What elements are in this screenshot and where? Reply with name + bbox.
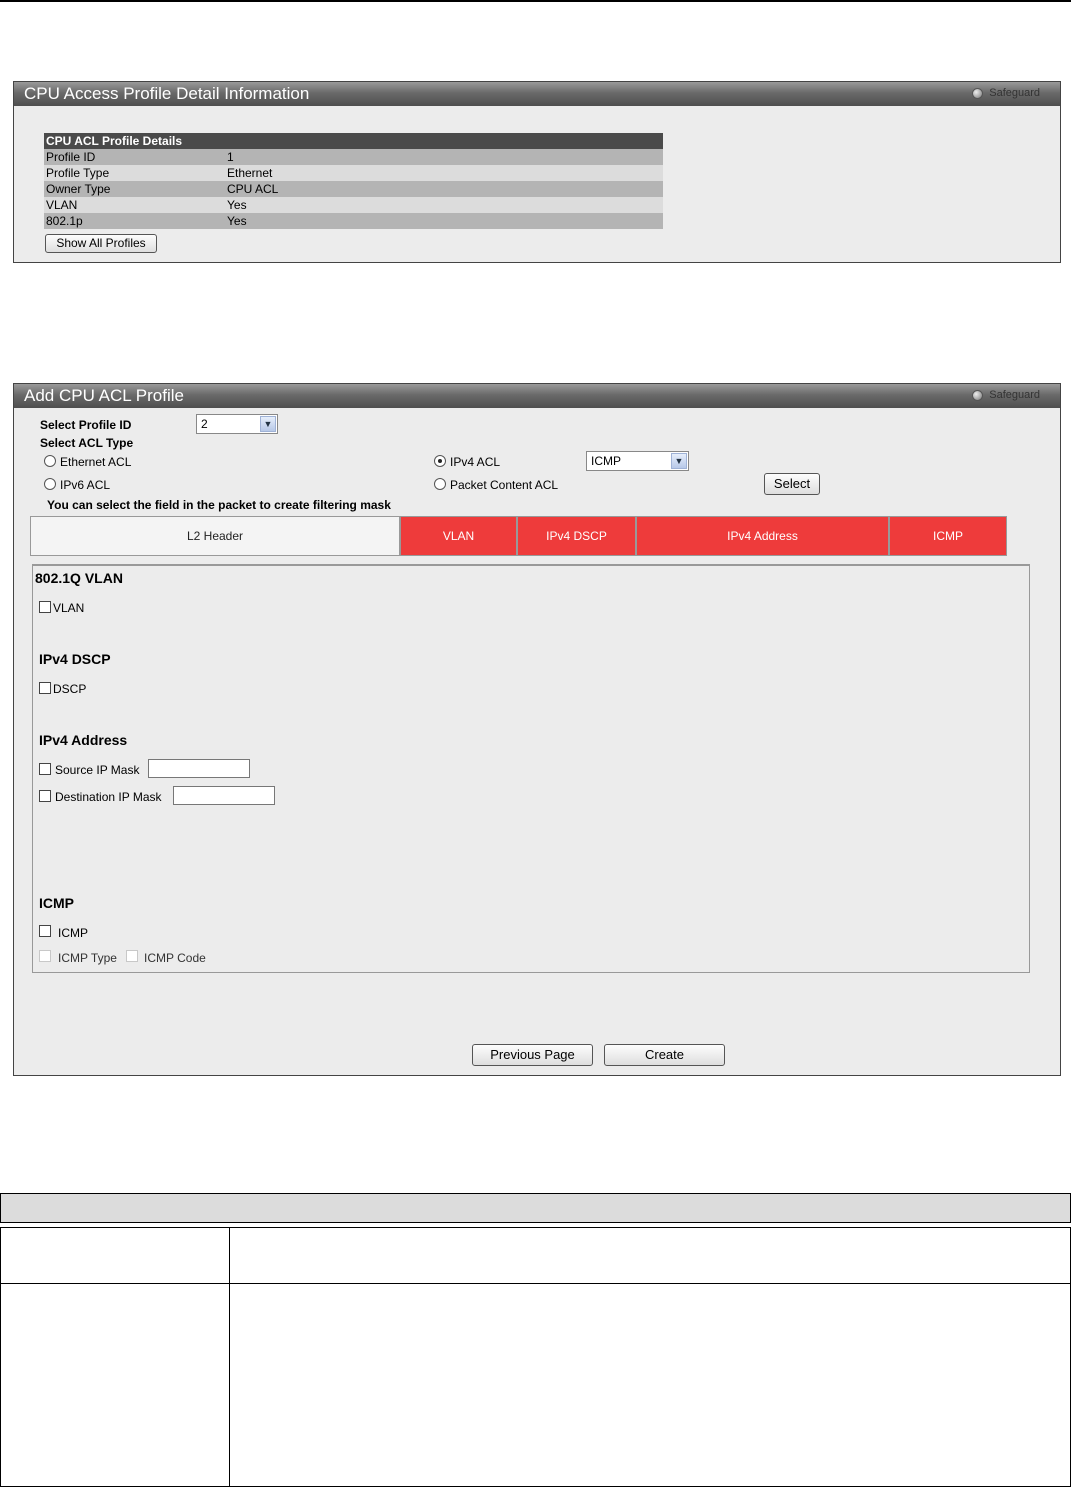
create-button[interactable]: Create [604,1044,725,1066]
filter-field-box: 802.1Q VLAN VLAN IPv4 DSCP DSCP IPv4 Add… [32,564,1030,973]
icmp-type-label: ICMP Type [58,951,117,965]
icmp-code-checkbox[interactable] [126,950,138,962]
icmp-checkbox[interactable] [39,925,51,937]
ipv4-acl-label: IPv4 ACL [450,455,501,469]
icmp-checkbox-label: ICMP [58,926,88,940]
profile-id-value: 2 [201,417,208,431]
source-ip-mask-input[interactable] [148,759,250,778]
ethernet-acl-label: Ethernet ACL [60,455,132,469]
ipv4-acl-radio[interactable] [434,455,446,467]
table-row: Profile ID 1 [44,149,663,165]
table-row: VLAN Yes [44,197,663,213]
icmp-code-label: ICMP Code [144,951,206,965]
dscp-checkbox-label: DSCP [53,682,87,696]
show-all-profiles-button[interactable]: Show All Profiles [45,234,157,253]
panel-title: CPU Access Profile Detail Information [24,84,310,103]
ipv6-acl-radio[interactable] [44,478,56,490]
row-label: VLAN [44,197,227,213]
table-cell [0,1227,230,1284]
tab-icmp[interactable]: ICMP [889,516,1007,556]
doc-table-header [0,1193,1071,1223]
row-label: Profile ID [44,149,227,165]
table-cell [229,1227,1071,1284]
row-value: 1 [227,149,663,165]
safeguard-indicator: Safeguard [972,87,1040,99]
select-acl-type-label: Select ACL Type [40,436,134,450]
profile-detail-table: CPU ACL Profile Details Profile ID 1 Pro… [44,133,663,229]
profile-id-select[interactable]: 2 ▼ [196,414,278,434]
safeguard-icon [972,87,984,99]
ethernet-acl-radio[interactable] [44,455,56,467]
panel-title-bar: Add CPU ACL Profile Safeguard [14,384,1060,408]
safeguard-icon [972,389,984,401]
previous-page-button[interactable]: Previous Page [472,1044,593,1066]
safeguard-indicator: Safeguard [972,389,1040,401]
tab-ipv4-address[interactable]: IPv4 Address [636,516,889,556]
table-row: 802.1p Yes [44,213,663,229]
vlan-checkbox[interactable] [39,601,51,613]
row-value: Ethernet [227,165,663,181]
packet-content-acl-radio[interactable] [434,478,446,490]
ipv6-acl-label: IPv6 ACL [60,478,111,492]
packet-content-acl-label: Packet Content ACL [450,478,559,492]
chevron-down-icon: ▼ [260,416,276,432]
table-row [0,1283,1071,1487]
section-title-ipv4-address: IPv4 Address [39,732,128,748]
vlan-checkbox-label: VLAN [53,601,85,615]
tab-ipv4-dscp[interactable]: IPv4 DSCP [517,516,636,556]
filter-mask-hint: You can select the field in the packet t… [47,498,391,512]
tab-vlan[interactable]: VLAN [400,516,517,556]
tab-l2-header[interactable]: L2 Header [30,516,400,556]
row-label: 802.1p [44,213,227,229]
destination-ip-mask-label: Destination IP Mask [55,790,162,804]
section-title-dscp: IPv4 DSCP [39,651,111,667]
add-cpu-acl-profile-panel: Add CPU ACL Profile Safeguard Select Pro… [13,383,1061,1076]
destination-ip-mask-input[interactable] [173,786,275,805]
select-profile-id-label: Select Profile ID [40,418,132,432]
row-value: Yes [227,197,663,213]
doc-table [0,1227,1071,1487]
table-cell [229,1283,1071,1487]
table-row: Owner Type CPU ACL [44,181,663,197]
row-value: CPU ACL [227,181,663,197]
source-ip-mask-checkbox[interactable] [39,763,51,775]
safeguard-label: Safeguard [989,87,1040,99]
safeguard-label: Safeguard [989,389,1040,401]
ipv4-protocol-value: ICMP [591,454,621,468]
panel-title: Add CPU ACL Profile [24,386,184,405]
dscp-checkbox[interactable] [39,682,51,694]
table-row: Profile Type Ethernet [44,165,663,181]
source-ip-mask-label: Source IP Mask [55,763,140,777]
table-cell [0,1283,230,1487]
top-rule [0,0,1071,2]
chevron-down-icon: ▼ [671,453,687,469]
profile-detail-panel: CPU Access Profile Detail Information Sa… [13,81,1061,263]
section-title-icmp: ICMP [39,895,74,911]
table-header: CPU ACL Profile Details [44,133,663,149]
icmp-type-checkbox[interactable] [39,950,51,962]
row-value: Yes [227,213,663,229]
row-label: Owner Type [44,181,227,197]
select-button[interactable]: Select [764,473,820,495]
panel-title-bar: CPU Access Profile Detail Information Sa… [14,82,1060,106]
section-title-vlan: 802.1Q VLAN [35,570,123,586]
ipv4-protocol-select[interactable]: ICMP ▼ [586,451,689,471]
destination-ip-mask-checkbox[interactable] [39,790,51,802]
row-label: Profile Type [44,165,227,181]
table-row [0,1227,1071,1284]
